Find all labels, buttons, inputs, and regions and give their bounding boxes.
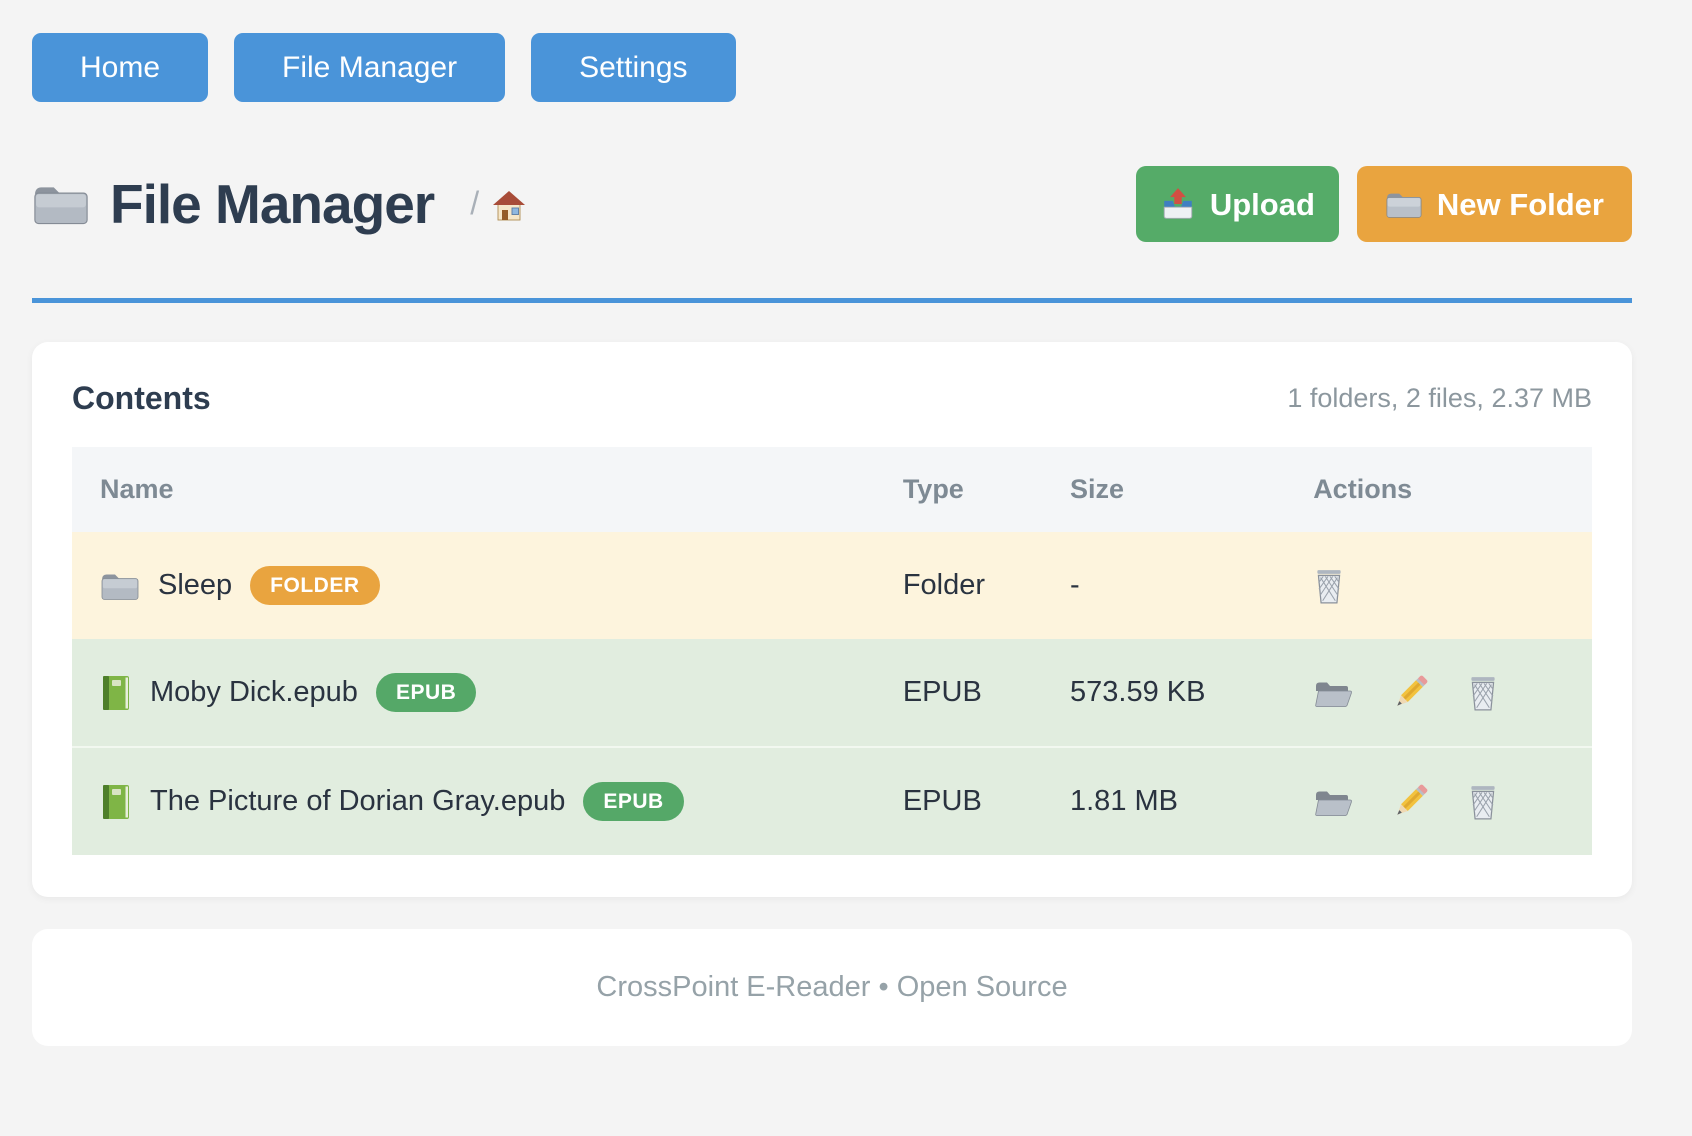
nav-file-manager-button[interactable]: File Manager xyxy=(234,33,505,102)
folder-icon xyxy=(100,570,140,602)
header-actions: Upload New Folder xyxy=(1136,166,1632,242)
contents-card: Contents 1 folders, 2 files, 2.37 MB Nam… xyxy=(32,342,1632,897)
open-folder-icon[interactable] xyxy=(1313,786,1353,818)
new-folder-button-label: New Folder xyxy=(1437,189,1604,220)
file-name: The Picture of Dorian Gray.epub xyxy=(150,785,565,818)
open-folder-icon[interactable] xyxy=(1313,677,1353,709)
folder-icon xyxy=(1385,189,1423,220)
column-header-name: Name xyxy=(72,447,893,532)
files-table-header: Name Type Size Actions xyxy=(72,447,1592,532)
folder-icon xyxy=(32,180,90,228)
table-row: Moby Dick.epub EPUB EPUB 573.59 KB xyxy=(72,639,1592,747)
page-header: File Manager / xyxy=(32,166,1632,242)
upload-tray-icon xyxy=(1160,187,1196,221)
column-header-size: Size xyxy=(1060,447,1303,532)
trash-icon[interactable] xyxy=(1313,567,1345,605)
epub-badge: EPUB xyxy=(583,782,683,821)
size-cell: 1.81 MB xyxy=(1060,747,1303,855)
nav-bar: Home File Manager Settings xyxy=(32,0,1632,102)
contents-card-header: Contents 1 folders, 2 files, 2.37 MB xyxy=(72,380,1592,417)
nav-home-button[interactable]: Home xyxy=(32,33,208,102)
breadcrumb-separator: / xyxy=(470,185,479,224)
nav-settings-button[interactable]: Settings xyxy=(531,33,735,102)
table-row: Sleep FOLDER Folder - xyxy=(72,532,1592,639)
folder-name-link[interactable]: Sleep xyxy=(158,569,232,602)
book-icon xyxy=(100,674,132,712)
footer-card: CrossPoint E-Reader • Open Source xyxy=(32,929,1632,1046)
type-cell: Folder xyxy=(893,532,1060,639)
type-cell: EPUB xyxy=(893,639,1060,747)
accent-divider xyxy=(32,298,1632,303)
page-title: File Manager xyxy=(110,172,434,236)
upload-button-label: Upload xyxy=(1210,189,1315,220)
table-row: The Picture of Dorian Gray.epub EPUB EPU… xyxy=(72,747,1592,855)
trash-icon[interactable] xyxy=(1467,783,1499,821)
upload-button[interactable]: Upload xyxy=(1136,166,1339,242)
pencil-icon[interactable] xyxy=(1391,674,1429,712)
epub-badge: EPUB xyxy=(376,673,476,712)
contents-summary: 1 folders, 2 files, 2.37 MB xyxy=(1287,383,1592,414)
folder-badge: FOLDER xyxy=(250,566,379,605)
contents-heading: Contents xyxy=(72,380,211,417)
breadcrumb: / xyxy=(470,185,527,224)
size-cell: 573.59 KB xyxy=(1060,639,1303,747)
column-header-type: Type xyxy=(893,447,1060,532)
house-icon[interactable] xyxy=(491,188,527,224)
footer-text: CrossPoint E-Reader • Open Source xyxy=(596,971,1067,1003)
column-header-actions: Actions xyxy=(1303,447,1592,532)
type-cell: EPUB xyxy=(893,747,1060,855)
book-icon xyxy=(100,783,132,821)
page-container: Home File Manager Settings File Manager … xyxy=(32,0,1632,1046)
files-table: Name Type Size Actions xyxy=(72,447,1592,855)
trash-icon[interactable] xyxy=(1467,674,1499,712)
title-group: File Manager / xyxy=(32,172,527,236)
size-cell: - xyxy=(1060,532,1303,639)
file-name: Moby Dick.epub xyxy=(150,676,358,709)
pencil-icon[interactable] xyxy=(1391,783,1429,821)
new-folder-button[interactable]: New Folder xyxy=(1357,166,1632,242)
